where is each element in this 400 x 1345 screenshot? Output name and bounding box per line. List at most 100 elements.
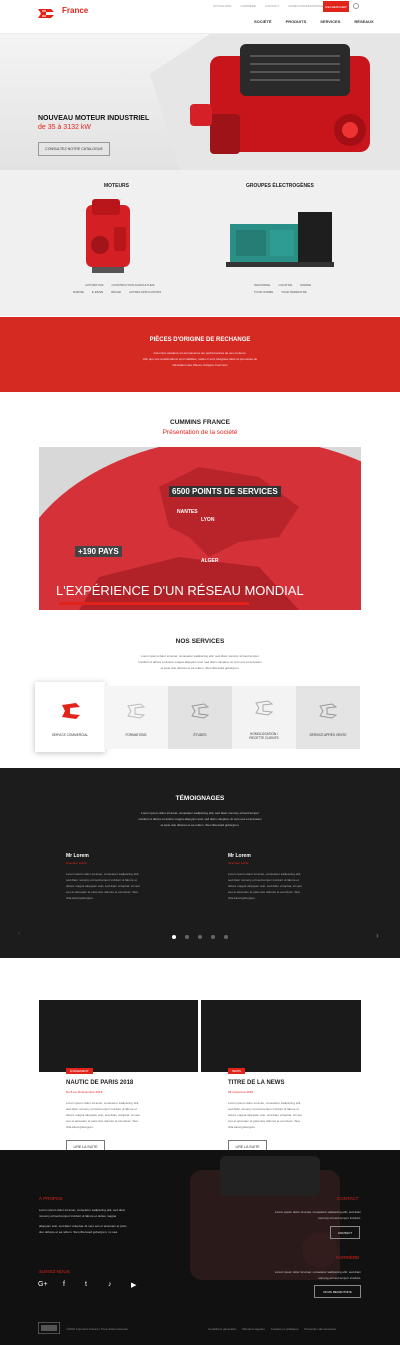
testimonials-text-line: invidunt ut labore et dolore magna aliqu… (138, 817, 262, 821)
news-image[interactable] (39, 1000, 198, 1072)
legal-link-cookies[interactable]: Cookies et politiques (271, 1327, 299, 1331)
testimonials-text-line: et justo duo dolores et ea rebum. Stet c… (160, 823, 240, 827)
carousel-dot-active[interactable] (172, 935, 176, 939)
services-title: NOS SERVICES (175, 638, 225, 645)
engines-links-row1: AUTOMOTIVE CONSTRUCTION AGRICULTURE (85, 283, 154, 287)
brand-name[interactable]: France (62, 6, 88, 15)
testimonial-text-line: dolore magna aliquyam erat, sed diam vol… (228, 884, 303, 888)
testimonial-role: Directeur Achat (228, 861, 249, 865)
tile-label: SERVICE COMMERCIAL (51, 733, 89, 737)
parts-text-line: Afin que vos améliorations sont valables… (142, 357, 258, 361)
nav-item-societe[interactable]: SOCIÉTÉ (254, 19, 272, 24)
video-label-city: ALGER (201, 558, 219, 564)
news-text-line: clita kasd gubergren. (228, 1125, 256, 1129)
carousel-dot[interactable] (198, 935, 202, 939)
parts-text-line: Cummins améliore en permanence les perfo… (153, 351, 247, 355)
testimonial-text-line: sed diam nonumy eirmod tempor invidunt u… (66, 878, 137, 882)
carousel-dot[interactable] (185, 935, 189, 939)
footer-social-title: SUIVEZ-NOUS (39, 1269, 70, 1274)
tile-service-commercial[interactable]: SERVICE COMMERCIAL (35, 682, 105, 752)
engines-link-marine[interactable]: MARINE (73, 290, 84, 294)
cummins-logo-icon[interactable] (36, 6, 56, 20)
news-tag: ÉVÉNEMENT (66, 1068, 93, 1074)
legal-link-protection[interactable]: Protection des données (304, 1327, 336, 1331)
gensets-link-industriel[interactable]: INDUSTRIEL (254, 283, 271, 287)
services-text-line: Lorem ipsum dolor sit amet, consetetur s… (141, 654, 259, 658)
top-link-actualites[interactable]: ACTUALITÉS (213, 4, 232, 8)
news-image[interactable] (201, 1000, 361, 1072)
footer-contact-button[interactable]: CONTACT (330, 1226, 360, 1239)
gensets-link-tour-norme[interactable]: TOUR NORME (254, 290, 273, 294)
search-icon[interactable] (353, 3, 359, 9)
tile-label: ÉTUDES (193, 733, 207, 737)
news-text-line: clita kasd gubergren. (66, 1125, 94, 1129)
top-link-zones[interactable]: ZONES PROFESSIONNELS (288, 4, 327, 8)
company-title: CUMMINS FRANCE (170, 419, 230, 426)
legal-link-conditions[interactable]: Conditions générales (208, 1327, 236, 1331)
news-date: 28 novembre 2018 (228, 1090, 254, 1094)
testimonial-text-line: dolore magna aliquyam erat, sed diam vol… (66, 884, 141, 888)
engines-link-construction[interactable]: CONSTRUCTION AGRICULTURE (111, 283, 154, 287)
company-video[interactable]: 6500 POINTS DE SERVICES NANTES LYON ALGE… (39, 447, 361, 610)
engines-title[interactable]: MOTEURS (104, 183, 129, 189)
top-link-carriere[interactable]: CARRIÈRE (241, 4, 257, 8)
video-label-countries: +190 PAYS (75, 546, 122, 557)
testimonial-text-line: sed diam nonumy eirmod tempor invidunt u… (228, 878, 299, 882)
news-text-line: dolore magna aliquyam erat, sed diam vol… (66, 1113, 141, 1117)
search-button[interactable]: RECHERCHER (323, 1, 349, 12)
tile-label: HOMOLOGATION / RECETTE CLIENTS (249, 732, 279, 740)
catalogue-button[interactable]: CONSULTEZ NOTRE CATALOGUE (38, 142, 110, 156)
video-label-points: 6500 POINTS DE SERVICES (169, 486, 281, 497)
nav-item-produits[interactable]: PRODUITS (286, 19, 307, 24)
footer-about-line: aliquyam erat, sed diam voluptua. At ver… (39, 1224, 127, 1228)
parts-text-line: fabrication des Pièces d'origine Cummins (172, 363, 228, 367)
twitter-icon[interactable]: t (85, 1281, 87, 1288)
prev-arrow-icon[interactable]: ‹ (18, 931, 24, 937)
carousel-dot[interactable] (224, 935, 228, 939)
tile-formations[interactable]: FORMATIONS (104, 686, 168, 749)
news-text-line: sed diam nonumy eirmod tempor invidunt u… (228, 1107, 299, 1111)
tiktok-icon[interactable]: ♪ (108, 1281, 112, 1288)
gensets-link-marine[interactable]: MARINE (300, 283, 311, 287)
tile-homologation[interactable]: HOMOLOGATION / RECETTE CLIENTS (232, 686, 296, 749)
facebook-icon[interactable]: f (63, 1281, 65, 1288)
bottom-bar (0, 1312, 400, 1345)
top-link-contact[interactable]: CONTACT (265, 4, 279, 8)
genset-image[interactable] (222, 208, 337, 270)
news-tag: NEWS (228, 1068, 245, 1074)
gensets-link-locative[interactable]: LOCATIVE (279, 283, 293, 287)
news-title[interactable]: NAUTIC DE PARIS 2018 (66, 1080, 133, 1086)
tile-label: FORMATIONS (125, 733, 147, 737)
testimonials-text-line: Lorem ipsum dolor sit amet, consetetur s… (141, 811, 259, 815)
nav-item-services[interactable]: SERVICES (320, 19, 340, 24)
news-title[interactable]: TITRE DE LA NEWS (228, 1080, 284, 1086)
page: France ACTUALITÉS CARRIÈRE CONTACT ZONES… (0, 0, 400, 1345)
tile-service-apres-vente[interactable]: SERVICE APRÈS VENTE (296, 686, 360, 749)
engines-link-automotive[interactable]: AUTOMOTIVE (85, 283, 103, 287)
news-text-line: Lorem ipsum dolor sit amet, consetetur s… (66, 1101, 140, 1105)
footer-contact-line: Lorem ipsum dolor sit amet, consetetur s… (274, 1210, 361, 1214)
gensets-link-tour-terrestre[interactable]: TOUR TERRESTRE (281, 290, 307, 294)
engines-link-edrive[interactable]: E-DRIVE (92, 290, 103, 294)
video-headline: L'EXPÉRIENCE D'UN RÉSEAU MONDIAL (56, 583, 304, 598)
cummins-c-outline-icon (127, 703, 145, 719)
google-plus-icon[interactable]: G+ (38, 1281, 48, 1288)
nav-item-reseaux[interactable]: RÉSEAUX (354, 19, 373, 24)
carousel-dot[interactable] (211, 935, 215, 939)
footer-about-title: À PROPOS (39, 1196, 63, 1201)
engines-link-reche[interactable]: RÉCHE (111, 290, 121, 294)
next-arrow-icon[interactable]: › (376, 931, 382, 940)
footer-about-line: nonumy eirmod tempor invidunt ut labore … (39, 1214, 117, 1218)
services-text-line: et justo duo dolores et ea rebum. Stet c… (160, 666, 240, 670)
copyright: ©2019 Cummins France | Tous droits réser… (66, 1327, 128, 1331)
engines-link-autres[interactable]: AUTRES APPLICATIONS (129, 290, 161, 294)
testimonial-text-line: clita kasd gubergren. (228, 896, 256, 900)
news-text-line: Lorem ipsum dolor sit amet, consetetur s… (228, 1101, 302, 1105)
youtube-icon[interactable]: ▶ (131, 1281, 136, 1289)
legal-link-mentions[interactable]: Mentions légales (242, 1327, 265, 1331)
footer-recruit-button[interactable]: NOUS RECRUTONS (314, 1285, 361, 1298)
tile-etudes[interactable]: ÉTUDES (168, 686, 232, 749)
news-text-line: eos et accusam et justo duo dolores et e… (228, 1119, 300, 1123)
gensets-title[interactable]: GROUPES ÉLECTROGÈNES (246, 183, 314, 189)
engine-image[interactable] (78, 197, 138, 277)
